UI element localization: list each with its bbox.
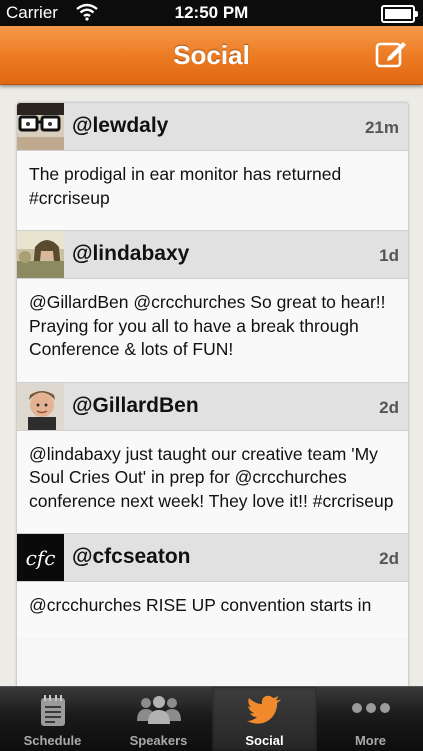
tweet-text: The prodigal in ear monitor has returned… bbox=[17, 151, 408, 230]
tweet-text: @crcchurches RISE UP convention starts i… bbox=[17, 582, 408, 638]
clock: 12:50 PM bbox=[174, 3, 249, 22]
tweet-age: 1d bbox=[379, 246, 399, 265]
avatar bbox=[17, 231, 64, 278]
tab-label: Social bbox=[245, 733, 284, 748]
twitter-bird-icon bbox=[212, 693, 317, 727]
tweet-handle[interactable]: @GillardBen bbox=[72, 394, 199, 418]
cfc-logo: cfc bbox=[26, 546, 56, 570]
tweet-age: 2d bbox=[379, 397, 399, 417]
tweet-text: @GillardBen @crcchurches So great to hea… bbox=[17, 279, 408, 382]
tweet-age: 2d bbox=[379, 549, 399, 568]
tweet-handle[interactable]: @lewdaly bbox=[72, 114, 168, 138]
compose-icon[interactable] bbox=[375, 39, 409, 69]
status-bar: Carrier 12:50 PM bbox=[0, 0, 423, 26]
tweet-item[interactable]: @lewdaly 21m The prodigal in ear monitor… bbox=[17, 103, 408, 230]
tweet-handle[interactable]: @cfcseaton bbox=[72, 545, 191, 569]
avatar bbox=[17, 103, 64, 150]
tweet-header: @lewdaly 21m bbox=[17, 103, 408, 151]
tweet-header: cfc @cfcseaton 2d bbox=[17, 533, 408, 582]
tab-schedule[interactable]: Schedule bbox=[0, 687, 105, 751]
tweet-item[interactable]: @GillardBen 2d @lindabaxy just taught ou… bbox=[17, 381, 408, 533]
tweet-feed[interactable]: @lewdaly 21m The prodigal in ear monitor… bbox=[16, 102, 409, 688]
tab-label: Speakers bbox=[129, 733, 188, 748]
tab-label: More bbox=[354, 733, 387, 748]
navigation-bar: Social bbox=[0, 26, 423, 85]
tweet-header: @GillardBen 2d bbox=[17, 381, 408, 431]
more-dots-icon bbox=[318, 693, 423, 727]
tweet-age: 21m bbox=[364, 118, 399, 137]
avatar bbox=[17, 382, 64, 430]
speakers-icon bbox=[106, 693, 211, 727]
battery-icon bbox=[381, 5, 418, 23]
tab-more[interactable]: More bbox=[318, 687, 423, 751]
schedule-icon bbox=[0, 693, 105, 727]
tweet-item[interactable]: @lindabaxy 1d @GillardBen @crcchurches S… bbox=[17, 230, 408, 382]
page-title: Social bbox=[173, 40, 250, 70]
tab-bar: Schedule Speakers Social More bbox=[0, 686, 423, 751]
tab-speakers[interactable]: Speakers bbox=[106, 687, 211, 751]
tab-social[interactable]: Social bbox=[212, 687, 317, 751]
tweet-text: @lindabaxy just taught our creative team… bbox=[17, 430, 408, 533]
tab-label: Schedule bbox=[23, 733, 82, 748]
tweet-header: @lindabaxy 1d bbox=[17, 230, 408, 279]
tweet-handle[interactable]: @lindabaxy bbox=[72, 242, 189, 266]
avatar: cfc bbox=[17, 534, 64, 581]
tweet-item[interactable]: cfc @cfcseaton 2d @crcchurches RISE UP c… bbox=[17, 533, 408, 638]
